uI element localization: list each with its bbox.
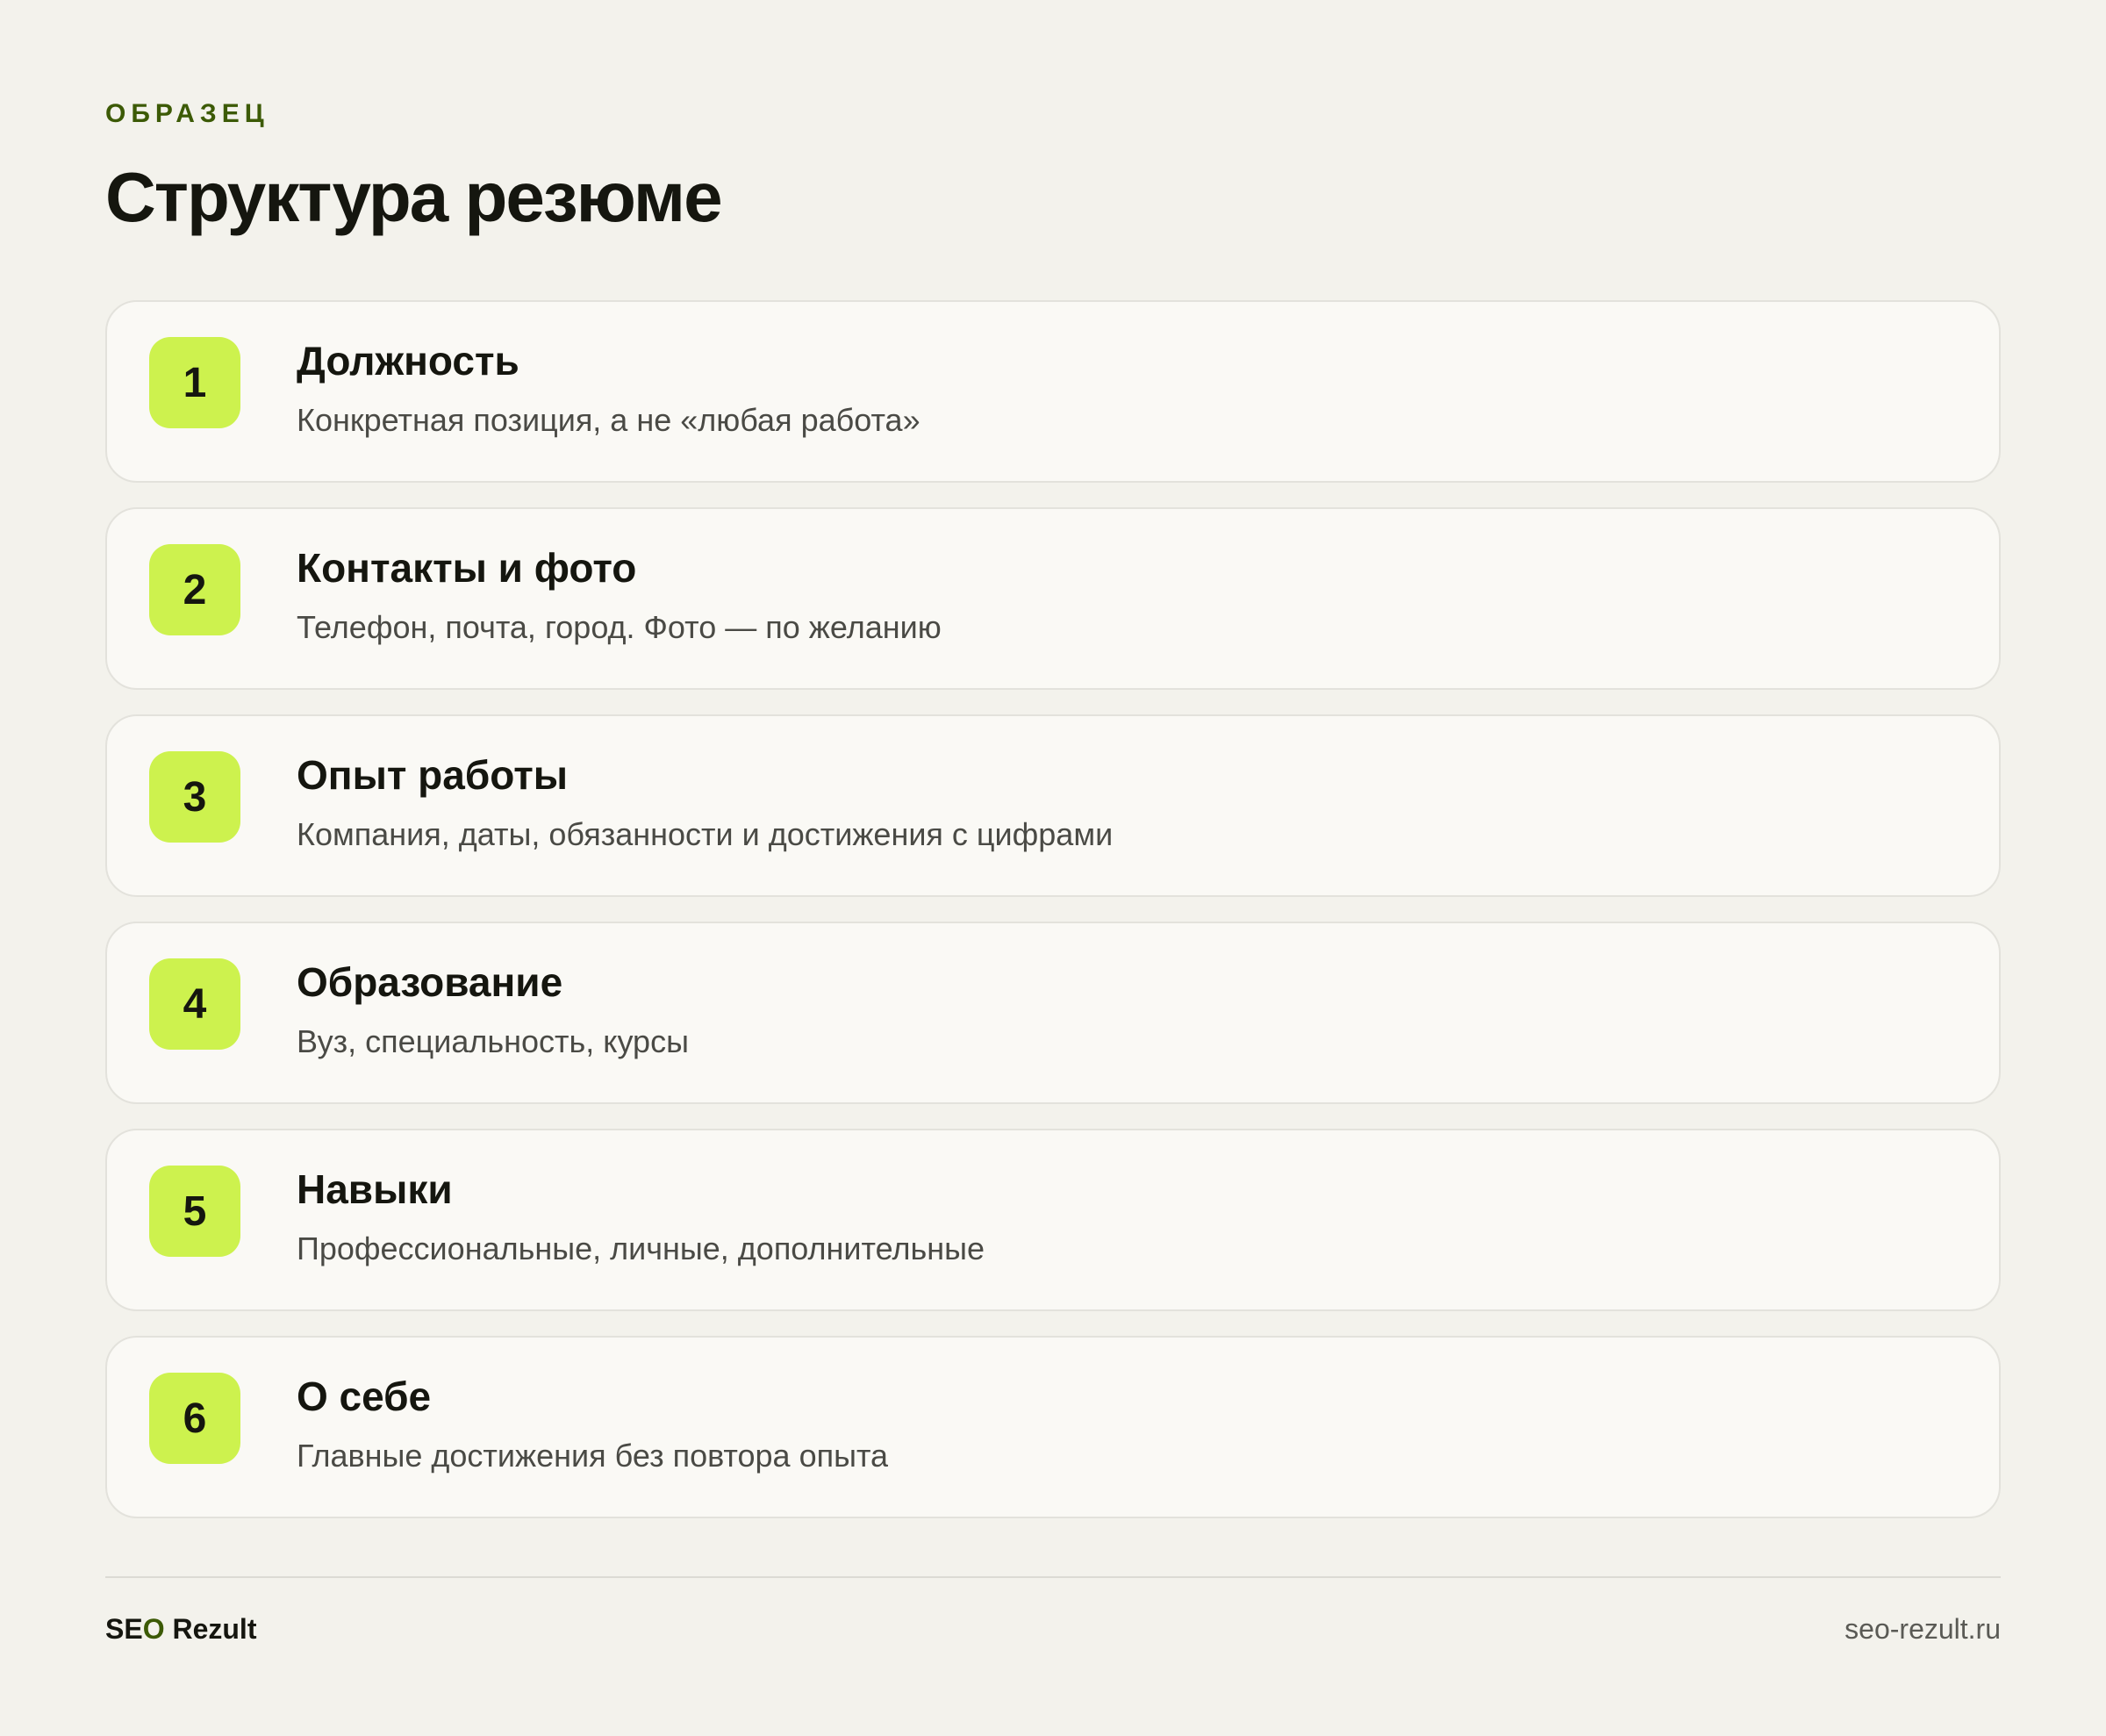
- list-item-about: 6 О себе Главные достижения без повтора …: [105, 1336, 2001, 1518]
- step-number-badge: 5: [149, 1166, 240, 1257]
- item-title: О себе: [297, 1374, 432, 1419]
- eyebrow-label: ОБРАЗЕЦ: [105, 99, 269, 128]
- footer-divider: [105, 1576, 2001, 1578]
- item-description: Конкретная позиция, а не «любая работа»: [297, 402, 920, 438]
- list-item-contacts: 2 Контакты и фото Телефон, почта, город.…: [105, 507, 2001, 690]
- page: ОБРАЗЕЦ Структура резюме 1 Должность Кон…: [105, 0, 2001, 1736]
- resume-structure-list: 1 Должность Конкретная позиция, а не «лю…: [105, 300, 2001, 1543]
- list-item-experience: 3 Опыт работы Компания, даты, обязанност…: [105, 714, 2001, 897]
- brand-text-accent: O: [142, 1613, 165, 1645]
- step-number-badge: 1: [149, 337, 240, 428]
- item-title: Образование: [297, 959, 563, 1005]
- item-description: Компания, даты, обязанности и достижения…: [297, 816, 1114, 852]
- brand-text-end: Rezult: [164, 1613, 257, 1645]
- list-item-education: 4 Образование Вуз, специальность, курсы: [105, 922, 2001, 1104]
- item-title: Контакты и фото: [297, 545, 637, 591]
- list-item-skills: 5 Навыки Профессиональные, личные, допол…: [105, 1129, 2001, 1311]
- page-title: Структура резюме: [105, 158, 723, 236]
- step-number-badge: 2: [149, 544, 240, 635]
- item-description: Главные достижения без повтора опыта: [297, 1438, 889, 1474]
- step-number-badge: 3: [149, 751, 240, 843]
- item-description: Профессиональные, личные, дополнительные: [297, 1230, 985, 1266]
- brand-text-start: SE: [105, 1613, 143, 1645]
- step-number-badge: 6: [149, 1373, 240, 1464]
- brand-logo: SEO Rezult: [105, 1611, 256, 1646]
- item-title: Должность: [297, 338, 519, 384]
- item-title: Навыки: [297, 1166, 453, 1212]
- item-description: Телефон, почта, город. Фото — по желанию: [297, 609, 942, 645]
- item-description: Вуз, специальность, курсы: [297, 1023, 689, 1059]
- item-title: Опыт работы: [297, 752, 569, 798]
- step-number-badge: 4: [149, 958, 240, 1050]
- site-url[interactable]: seo-rezult.ru: [1845, 1611, 2001, 1646]
- list-item-position: 1 Должность Конкретная позиция, а не «лю…: [105, 300, 2001, 483]
